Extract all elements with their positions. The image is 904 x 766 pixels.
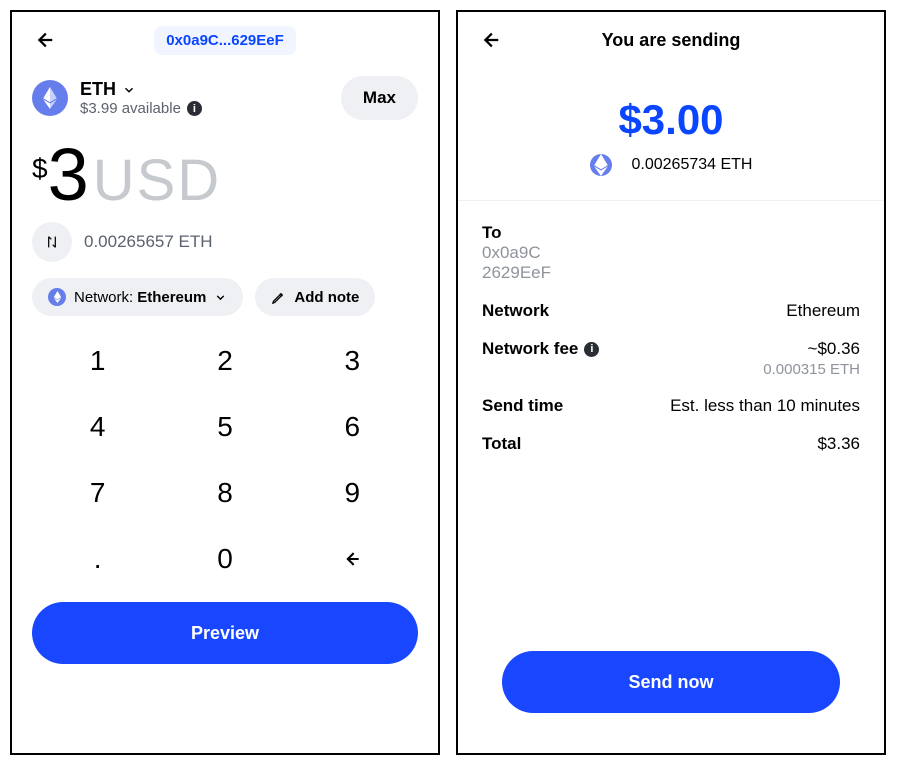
keypad-8[interactable]: 8: [161, 460, 288, 526]
network-value: Ethereum: [137, 289, 206, 306]
fee-eth: 0.000315 ETH: [763, 361, 860, 378]
asset-row: ETH $3.99 available i Max: [12, 68, 438, 120]
send-amount-screen: 0x0a9C...629EeF ETH $3.99 available i Ma…: [10, 10, 440, 755]
keypad-dot[interactable]: .: [34, 526, 161, 592]
eth-estimate: 0.00265657 ETH: [84, 232, 213, 252]
network-label: Network: [482, 301, 549, 321]
arrow-left-icon: [339, 549, 365, 569]
right-header: You are sending: [458, 12, 884, 68]
keypad-9[interactable]: 9: [289, 460, 416, 526]
back-button[interactable]: [30, 26, 58, 54]
amount-value: 3: [48, 138, 87, 212]
recipient-address-chip[interactable]: 0x0a9C...629EeF: [154, 26, 296, 55]
chevron-down-icon: [214, 291, 227, 304]
max-button[interactable]: Max: [341, 76, 418, 120]
keypad-6[interactable]: 6: [289, 394, 416, 460]
arrow-left-icon: [479, 29, 501, 51]
to-address-line2: 2629EeF: [482, 263, 551, 283]
detail-total: Total $3.36: [482, 434, 860, 454]
pencil-icon: [271, 290, 286, 305]
total-value: $3.36: [817, 434, 860, 454]
detail-to: To 0x0a9C 2629EeF: [482, 223, 860, 283]
preview-button[interactable]: Preview: [32, 602, 418, 664]
keypad-7[interactable]: 7: [34, 460, 161, 526]
eth-icon: [32, 80, 68, 116]
keypad-3[interactable]: 3: [289, 328, 416, 394]
info-icon[interactable]: i: [584, 342, 599, 357]
send-time-value: Est. less than 10 minutes: [670, 396, 860, 416]
fee-usd: ~$0.36: [763, 339, 860, 359]
keypad-4[interactable]: 4: [34, 394, 161, 460]
summary-amount-usd: $3.00: [618, 96, 723, 144]
amount-currency: USD: [93, 152, 221, 210]
keypad-backspace[interactable]: [289, 526, 416, 592]
keypad-1[interactable]: 1: [34, 328, 161, 394]
arrow-left-icon: [33, 29, 55, 51]
keypad: 1 2 3 4 5 6 7 8 9 . 0: [12, 322, 438, 592]
left-header: 0x0a9C...629EeF: [12, 12, 438, 68]
detail-fee: Network fee i ~$0.36 0.000315 ETH: [482, 339, 860, 378]
asset-symbol: ETH: [80, 79, 116, 100]
detail-send-time: Send time Est. less than 10 minutes: [482, 396, 860, 416]
swap-row: 0.00265657 ETH: [12, 216, 438, 274]
total-label: Total: [482, 434, 521, 454]
add-note-label: Add note: [294, 289, 359, 306]
chips-row: Network: Ethereum Add note: [12, 274, 438, 322]
network-label: Network:: [74, 289, 133, 306]
chevron-down-icon: [122, 83, 136, 97]
info-icon[interactable]: i: [187, 101, 202, 116]
confirm-send-screen: You are sending $3.00 0.00265734 ETH To …: [456, 10, 886, 755]
amount-display: $ 3 USD: [12, 120, 438, 216]
summary-amount: $3.00 0.00265734 ETH: [458, 68, 884, 201]
keypad-5[interactable]: 5: [161, 394, 288, 460]
summary-amount-eth: 0.00265734 ETH: [632, 156, 753, 174]
add-note-button[interactable]: Add note: [255, 278, 375, 316]
keypad-2[interactable]: 2: [161, 328, 288, 394]
asset-selector[interactable]: ETH: [80, 79, 341, 100]
keypad-0[interactable]: 0: [161, 526, 288, 592]
network-value: Ethereum: [786, 301, 860, 321]
details-list: To 0x0a9C 2629EeF Network Ethereum Netwo…: [458, 201, 884, 753]
send-now-button[interactable]: Send now: [502, 651, 840, 713]
send-time-label: Send time: [482, 396, 563, 416]
ethereum-badge-icon: [48, 288, 66, 306]
eth-icon: [590, 154, 612, 176]
swap-icon: [44, 234, 60, 250]
detail-network: Network Ethereum: [482, 301, 860, 321]
to-address-line1: 0x0a9C: [482, 243, 551, 263]
page-title: You are sending: [602, 30, 741, 51]
fee-label: Network fee: [482, 339, 578, 359]
currency-prefix: $: [32, 155, 48, 183]
asset-available: $3.99 available: [80, 100, 181, 117]
back-button[interactable]: [476, 26, 504, 54]
network-selector[interactable]: Network: Ethereum: [32, 278, 243, 316]
swap-currency-button[interactable]: [32, 222, 72, 262]
to-label: To: [482, 223, 551, 243]
